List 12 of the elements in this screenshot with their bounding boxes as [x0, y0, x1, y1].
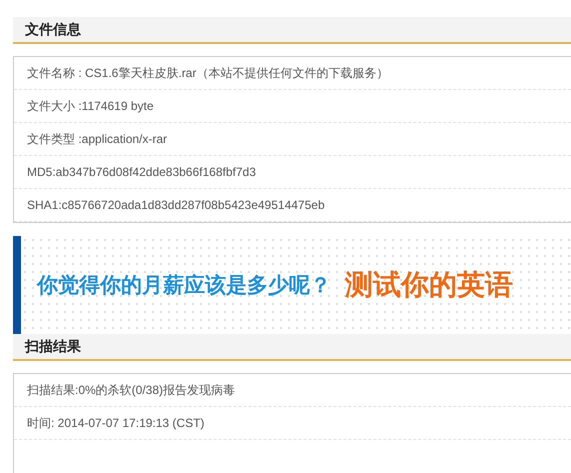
section-title: 文件信息: [25, 20, 81, 38]
ad-banner[interactable]: 你觉得你的月薪应该是多少呢？ 测试你的英语: [13, 236, 571, 334]
banner-cta: 测试你的英语: [345, 267, 513, 303]
info-row: MD5:ab347b76d08f42dde83b66f168fbf7d3: [14, 156, 571, 189]
info-row: 扫描结果:0%的杀软(0/38)报告发现病毒: [14, 374, 571, 407]
info-row: 时间: 2014-07-07 17:19:13 (CST): [14, 407, 571, 440]
info-row: 文件名称 : CS1.6擎天柱皮肤.rar（本站不提供任何文件的下载服务）: [14, 57, 571, 90]
info-row: SHA1:c85766720ada1d83dd287f08b5423e49514475eb: [14, 189, 571, 222]
banner-question: 你觉得你的月薪应该是多少呢？: [37, 272, 331, 299]
section-title: 扫描结果: [25, 338, 81, 356]
info-row: 文件类型 :application/x-rar: [14, 123, 571, 156]
info-row: 文件大小 :1174619 byte: [14, 90, 571, 123]
